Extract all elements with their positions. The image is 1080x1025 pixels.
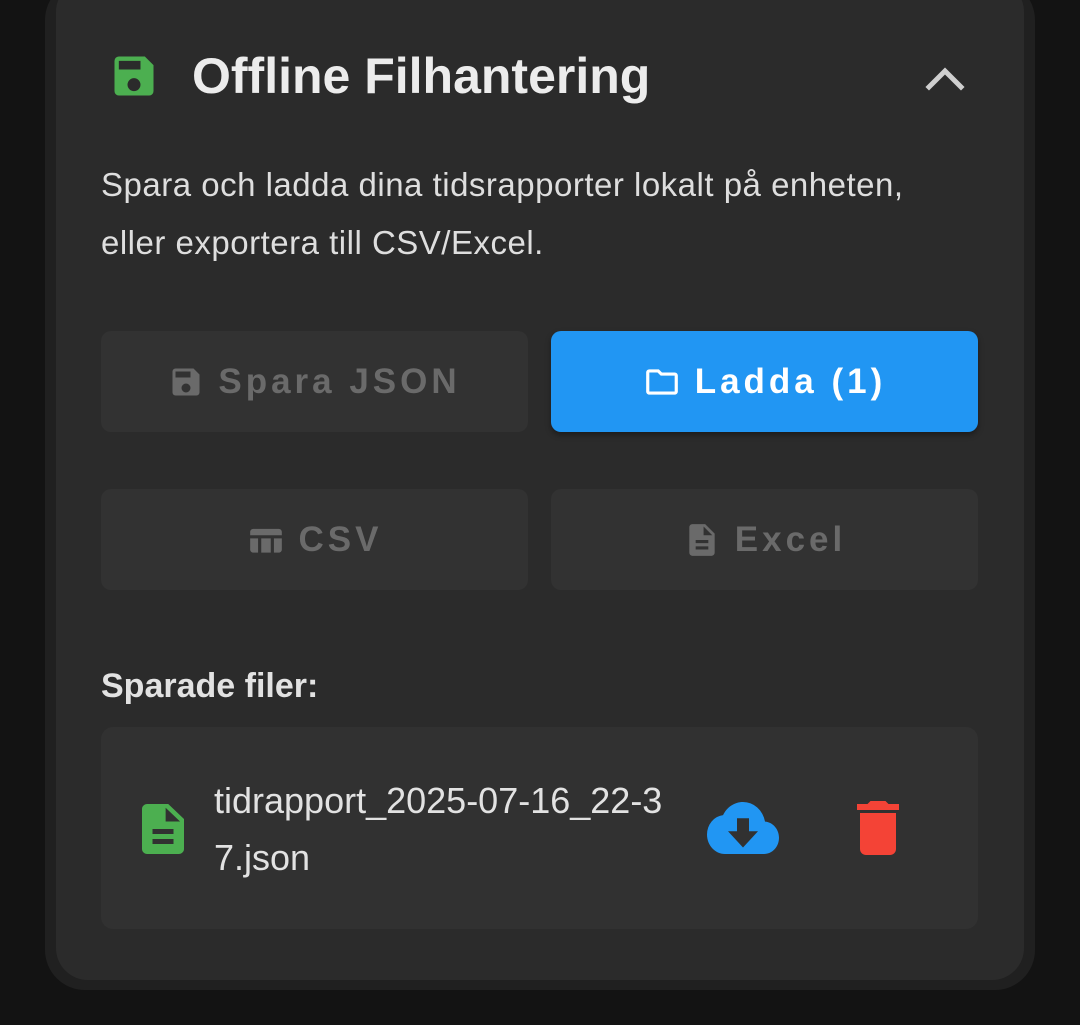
load-label: Ladda (1) — [694, 361, 887, 401]
floppy-disk-icon — [108, 50, 160, 102]
panel-title: Offline Filhantering — [192, 48, 651, 104]
file-document-icon — [142, 804, 184, 854]
excel-export-button[interactable]: Excel — [551, 489, 978, 590]
csv-export-button[interactable]: CSV — [101, 489, 528, 590]
load-button[interactable]: Ladda (1) — [551, 331, 978, 432]
csv-label: CSV — [298, 519, 383, 559]
trash-icon — [857, 801, 899, 855]
table-icon — [247, 521, 285, 559]
cloud-download-icon — [707, 802, 779, 854]
panel-description: Spara och ladda dina tidsrapporter lokal… — [101, 166, 904, 261]
collapse-button[interactable] — [918, 52, 972, 102]
file-name: tidrapport_2025-07-16_22-37.json — [214, 780, 663, 878]
folder-icon — [643, 363, 681, 401]
chevron-up-icon — [925, 67, 965, 91]
floppy-disk-icon — [168, 364, 204, 400]
document-icon — [683, 521, 721, 559]
save-json-label: Spara JSON — [218, 361, 461, 401]
excel-label: Excel — [734, 519, 847, 559]
delete-file-button[interactable] — [857, 801, 899, 855]
saved-files-heading: Sparade filer: — [101, 667, 319, 705]
save-json-button[interactable]: Spara JSON — [101, 331, 528, 432]
download-file-button[interactable] — [707, 802, 779, 854]
